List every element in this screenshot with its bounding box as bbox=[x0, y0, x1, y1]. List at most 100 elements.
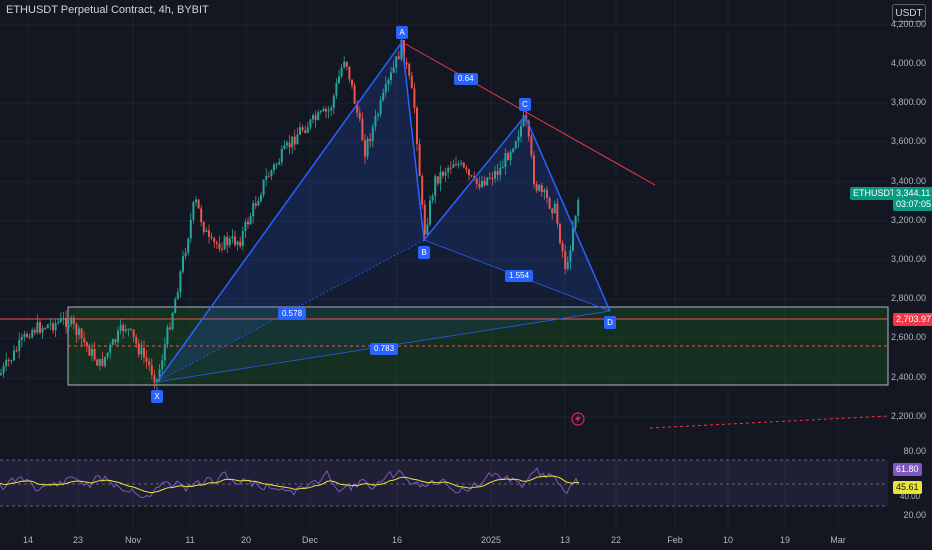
time-tick: 2025 bbox=[480, 535, 502, 545]
candle-body bbox=[72, 317, 75, 325]
candle-body bbox=[486, 177, 489, 185]
candle-body bbox=[301, 127, 304, 131]
candle-body bbox=[509, 151, 512, 161]
candle-body bbox=[449, 167, 452, 169]
candle-body bbox=[275, 164, 278, 166]
candle-body bbox=[517, 136, 520, 142]
ratio-xd: 0.783 bbox=[370, 343, 399, 355]
candle-body bbox=[270, 170, 273, 177]
candle-body bbox=[83, 338, 86, 343]
candle-body bbox=[96, 359, 99, 366]
candle-body bbox=[566, 262, 569, 269]
candle-body bbox=[244, 221, 247, 231]
candle-body bbox=[369, 138, 372, 141]
candle-body bbox=[254, 203, 257, 206]
candle-body bbox=[184, 252, 187, 257]
candle-body bbox=[499, 168, 502, 175]
candle-body bbox=[119, 325, 122, 331]
ratio-bd: 1.554 bbox=[505, 270, 534, 282]
candle-body bbox=[494, 170, 496, 179]
candle-body bbox=[236, 241, 239, 245]
candle-body bbox=[481, 180, 483, 188]
candle-body bbox=[507, 153, 509, 161]
candle-body bbox=[361, 118, 364, 141]
candle-body bbox=[195, 199, 197, 203]
candle-body bbox=[148, 361, 151, 366]
candle-body bbox=[265, 176, 268, 180]
candle-body bbox=[577, 200, 580, 216]
candle-body bbox=[338, 76, 340, 84]
candle-body bbox=[413, 88, 416, 108]
time-tick: Feb bbox=[667, 535, 683, 545]
point-d-label[interactable]: D bbox=[604, 316, 616, 329]
candle-body bbox=[382, 92, 385, 101]
price-tick: 3,600.00 bbox=[890, 136, 926, 146]
candle-body bbox=[325, 108, 327, 112]
candle-body bbox=[462, 162, 465, 168]
candle-body bbox=[387, 80, 390, 85]
candle-body bbox=[475, 178, 478, 185]
candle-body bbox=[93, 348, 96, 360]
candle-body bbox=[109, 344, 112, 353]
point-b-label[interactable]: B bbox=[418, 246, 430, 259]
candle-body bbox=[322, 108, 325, 112]
candle-body bbox=[447, 167, 450, 173]
candle-body bbox=[564, 251, 567, 269]
candle-body bbox=[291, 136, 294, 148]
candle-body bbox=[226, 236, 229, 246]
candle-body bbox=[296, 134, 299, 145]
candle-body bbox=[546, 189, 548, 198]
point-x-label[interactable]: X bbox=[151, 390, 163, 403]
candle-body bbox=[408, 64, 411, 76]
candle-body bbox=[514, 141, 517, 149]
candle-body bbox=[174, 299, 177, 314]
candle-body bbox=[124, 329, 127, 332]
candle-body bbox=[57, 321, 60, 324]
candle-body bbox=[457, 164, 460, 166]
candle-body bbox=[140, 347, 143, 355]
price-tick: 2,800.00 bbox=[890, 293, 926, 303]
price-tick: 3,800.00 bbox=[890, 97, 926, 107]
candle-body bbox=[340, 67, 343, 77]
candle-body bbox=[145, 357, 148, 362]
point-c-label[interactable]: C bbox=[519, 98, 531, 111]
candle-body bbox=[540, 184, 543, 193]
candle-body bbox=[98, 358, 101, 366]
candle-body bbox=[488, 177, 491, 179]
candle-body bbox=[135, 337, 138, 344]
candle-body bbox=[358, 112, 361, 119]
candle-body bbox=[371, 126, 374, 141]
candle-body bbox=[379, 100, 382, 115]
candle-body bbox=[239, 241, 242, 246]
candle-body bbox=[533, 155, 535, 184]
candle-body bbox=[283, 145, 286, 150]
candle-body bbox=[150, 365, 153, 376]
candle-body bbox=[197, 199, 200, 209]
candle-body bbox=[377, 114, 379, 116]
candle-body bbox=[460, 162, 463, 165]
candle-body bbox=[535, 183, 538, 191]
point-a-label[interactable]: A bbox=[396, 26, 408, 39]
rsi-tick: 20.00 bbox=[903, 510, 926, 520]
candle-body bbox=[247, 221, 249, 225]
candle-body bbox=[41, 328, 44, 333]
time-tick: 13 bbox=[559, 535, 571, 545]
countdown-tag: 03:07:05 bbox=[893, 198, 932, 211]
price-tick: 2,200.00 bbox=[890, 411, 926, 421]
price-tick: 4,200.00 bbox=[890, 19, 926, 29]
candle-body bbox=[483, 180, 486, 185]
candle-body bbox=[416, 107, 418, 145]
candle-body bbox=[327, 110, 330, 112]
time-tick: 20 bbox=[240, 535, 252, 545]
rsi-lower-tag: 40.00 bbox=[900, 492, 921, 501]
candle-body bbox=[384, 84, 387, 93]
candle-body bbox=[205, 230, 208, 233]
candle-body bbox=[574, 215, 577, 228]
candle-body bbox=[304, 130, 307, 133]
candle-body bbox=[26, 334, 28, 337]
price-tick: 4,000.00 bbox=[890, 58, 926, 68]
candle-body bbox=[2, 366, 5, 374]
candle-body bbox=[249, 216, 252, 225]
candle-body bbox=[278, 161, 281, 165]
candle-body bbox=[551, 208, 554, 214]
